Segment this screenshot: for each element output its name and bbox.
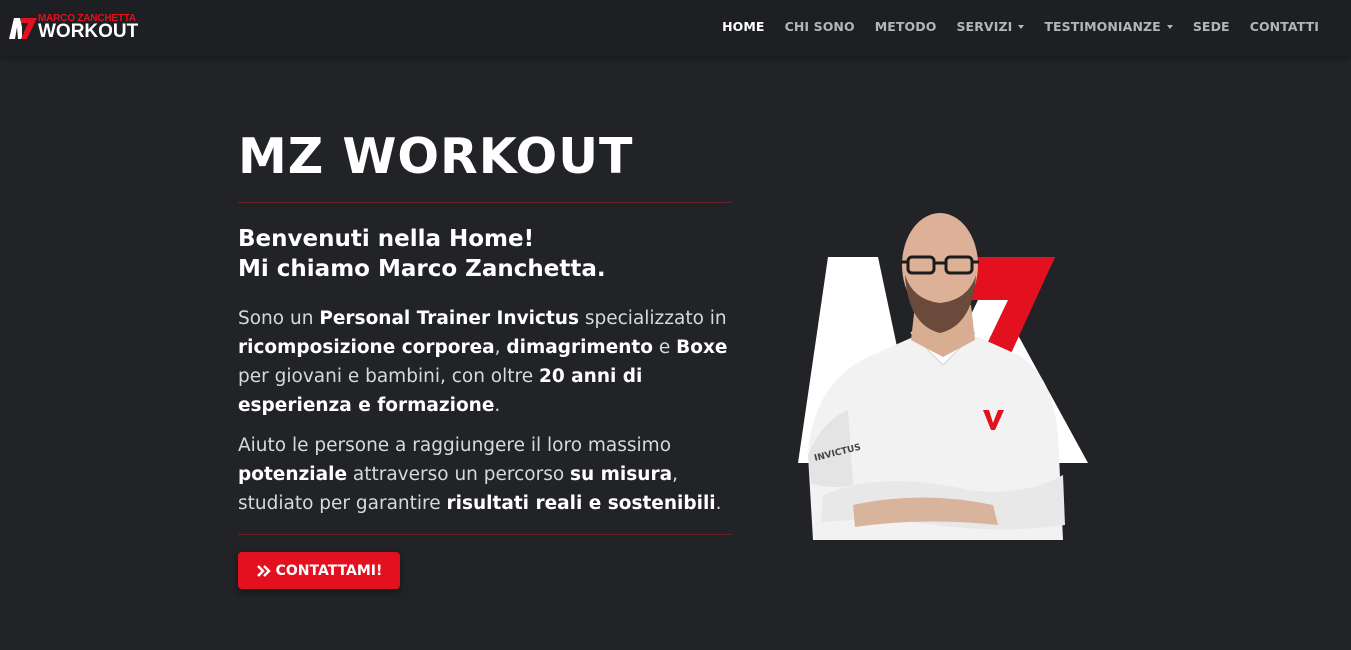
caret-down-icon	[1166, 24, 1173, 29]
contact-button-label: CONTATTAMI!	[275, 562, 383, 579]
subtitle-line-2: Mi chiamo Marco Zanchetta.	[238, 256, 606, 282]
body-text: .	[494, 395, 501, 416]
body-text: .	[715, 493, 722, 514]
navbar: MARCO ZANCHETTA WORKOUT HOME CHI SONO METO…	[0, 0, 1351, 56]
contact-button[interactable]: CONTATTAMI!	[238, 552, 400, 589]
mission-paragraph: Aiuto le persone a raggiungere il loro m…	[238, 431, 738, 518]
page-title: MZ WORKOUT	[238, 128, 634, 185]
emphasis-text: potenziale	[238, 464, 347, 485]
body-text: specializzato in	[578, 308, 727, 329]
nav-item-label: HOME	[722, 19, 765, 34]
caret-down-icon	[1018, 24, 1025, 29]
nav-item-testimonianze[interactable]: TESTIMONIANZE	[1044, 19, 1173, 34]
nav-item-servizi[interactable]: SERVIZI	[956, 19, 1025, 34]
brand-name: WORKOUT	[38, 21, 139, 42]
body-text: e	[652, 337, 677, 358]
emphasis-text: su misura	[570, 464, 673, 485]
hero-subtitle: Benvenuti nella Home! Mi chiamo Marco Za…	[238, 224, 758, 284]
body-text: Aiuto le persone a raggiungere il loro m…	[238, 435, 672, 456]
nav-item-home[interactable]: HOME	[722, 19, 764, 34]
nav-item-label: CONTATTI	[1249, 19, 1319, 34]
nav-item-chi-sono[interactable]: CHI SONO	[785, 19, 855, 34]
emphasis-text: Personal Trainer Invictus	[319, 308, 579, 329]
emphasis-text: Boxe	[676, 337, 728, 358]
nav-item-metodo[interactable]: METODO	[875, 19, 937, 34]
brand-logo[interactable]: MARCO ZANCHETTA WORKOUT	[9, 13, 145, 43]
body-text: Sono un	[238, 308, 320, 329]
trainer-photo: INVICTUS	[798, 213, 1088, 540]
nav-item-label: CHI SONO	[784, 19, 855, 34]
nav-item-label: SERVIZI	[956, 19, 1013, 34]
nav-item-contatti[interactable]: CONTATTI	[1250, 19, 1319, 34]
nav-item-label: SEDE	[1192, 19, 1230, 34]
main-nav: HOME CHI SONO METODO SERVIZI TESTIMONIANZE SE…	[702, 19, 1319, 34]
nav-item-sede[interactable]: SEDE	[1193, 19, 1230, 34]
body-text: ,	[494, 337, 507, 358]
subtitle-line-1: Benvenuti nella Home!	[238, 226, 535, 252]
mz-logo-icon	[9, 18, 37, 39]
body-text: per giovani e bambini, con oltre	[238, 366, 539, 387]
divider-bottom	[238, 534, 732, 535]
divider-top	[238, 202, 732, 203]
nav-item-label: METODO	[874, 19, 937, 34]
intro-paragraph: Sono un Personal Trainer Invictus specia…	[238, 304, 738, 420]
double-chevron-right-icon	[256, 564, 271, 577]
emphasis-text: ricomposizione corporea	[238, 337, 495, 358]
body-text: attraverso un percorso	[347, 464, 571, 485]
emphasis-text: dimagrimento	[506, 337, 653, 358]
emphasis-text: risultati reali e sostenibili	[446, 493, 716, 514]
nav-item-label: TESTIMONIANZE	[1044, 19, 1161, 34]
